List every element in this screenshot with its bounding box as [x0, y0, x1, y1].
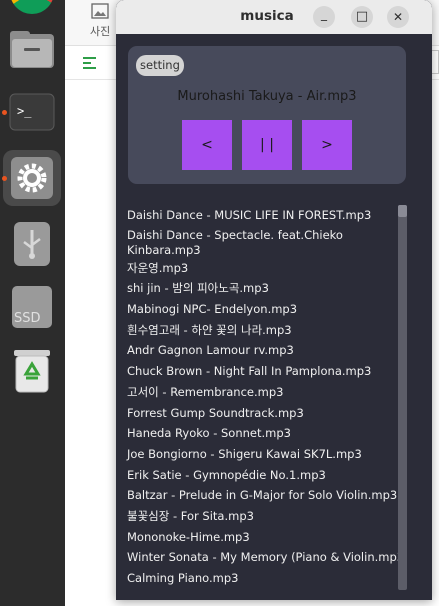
musica-window: musica _ □ ✕ setting Murohashi Takuya - …: [116, 0, 432, 600]
scrollbar-thumb[interactable]: [398, 205, 407, 217]
ssd-drive-icon[interactable]: SSD: [8, 284, 56, 332]
ubuntu-dock: >_ SSD: [0, 0, 65, 606]
playlist-item[interactable]: Calming Piano.mp3: [127, 568, 399, 589]
playlist-item[interactable]: Mabinogi NPC- Endelyon.mp3: [127, 299, 399, 320]
window-titlebar[interactable]: musica _ □ ✕: [116, 0, 432, 34]
files-icon[interactable]: [8, 28, 56, 76]
background-toolbar-label[interactable]: 사진: [90, 23, 110, 39]
minimize-button[interactable]: _: [313, 6, 335, 28]
player-panel: setting Murohashi Takuya - Air.mp3 < | |…: [128, 46, 406, 184]
trash-icon[interactable]: [8, 348, 56, 396]
playlist-item[interactable]: Andr Gagnon Lamour rv.mp3: [127, 340, 399, 361]
playlist-scrollbar[interactable]: [398, 205, 407, 590]
play-pause-button[interactable]: | |: [242, 120, 292, 170]
align-left-icon[interactable]: [83, 57, 96, 69]
playlist: Daishi Dance - MUSIC LIFE IN FOREST.mp3 …: [127, 205, 399, 589]
chrome-icon[interactable]: [10, 0, 54, 14]
playlist-item[interactable]: Daishi Dance - Spectacle. feat.Chieko Ki…: [127, 226, 399, 258]
playlist-item[interactable]: shi jin - 밤의 피아노곡.mp3: [127, 278, 399, 299]
playlist-item[interactable]: 고서이 - Remembrance.mp3: [127, 382, 399, 403]
playlist-item[interactable]: Joe Bongiorno - Shigeru Kawai SK7L.mp3: [127, 444, 399, 465]
playlist-item[interactable]: Erik Satie - Gymnopédie No.1.mp3: [127, 465, 399, 486]
playlist-item[interactable]: Haneda Ryoko - Sonnet.mp3: [127, 423, 399, 444]
background-right-control[interactable]: [431, 50, 439, 74]
playlist-item[interactable]: Baltzar - Prelude in G-Major for Solo Vi…: [127, 485, 399, 506]
next-track-button[interactable]: >: [302, 120, 352, 170]
svg-text:SSD: SSD: [14, 311, 41, 326]
settings-running-indicator: [2, 176, 7, 181]
playlist-item[interactable]: Forrest Gump Soundtrack.mp3: [127, 403, 399, 424]
maximize-button[interactable]: □: [351, 6, 373, 28]
terminal-running-indicator: [2, 110, 7, 115]
terminal-icon[interactable]: >_: [8, 92, 56, 140]
usb-drive-icon[interactable]: [8, 220, 56, 268]
playlist-item[interactable]: 흰수염고래 - 하얀 꽃의 나라.mp3: [127, 320, 399, 341]
playlist-item[interactable]: Daishi Dance - MUSIC LIFE IN FOREST.mp3: [127, 205, 399, 226]
playlist-item[interactable]: Mononoke-Hime.mp3: [127, 527, 399, 548]
playlist-item[interactable]: Winter Sonata - My Memory (Piano & Violi…: [127, 547, 399, 568]
setting-button[interactable]: setting: [136, 55, 184, 76]
settings-gear-icon[interactable]: [8, 154, 56, 202]
playlist-item[interactable]: 불꽃심장 - For Sita.mp3: [127, 506, 399, 527]
svg-text:>_: >_: [17, 104, 32, 118]
playlist-item[interactable]: Chuck Brown - Night Fall In Pamplona.mp3: [127, 361, 399, 382]
previous-track-button[interactable]: <: [182, 120, 232, 170]
playlist-item[interactable]: 자운영.mp3: [127, 258, 399, 279]
close-button[interactable]: ✕: [387, 6, 409, 28]
image-icon[interactable]: [91, 3, 109, 19]
now-playing-label: Murohashi Takuya - Air.mp3: [177, 89, 357, 104]
